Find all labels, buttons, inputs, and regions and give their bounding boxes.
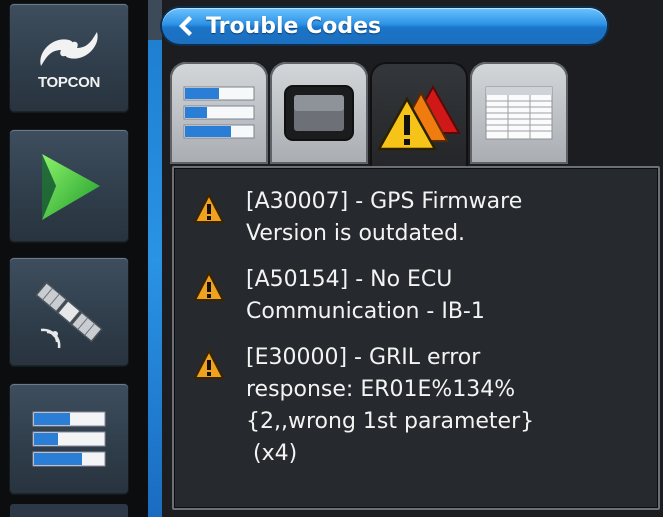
title-bar: Trouble Codes [162,8,607,44]
topcon-logo-button[interactable]: TOPCON [10,4,128,112]
back-button[interactable] [168,8,200,44]
play-triangle-icon [42,154,100,220]
list-bars-icon [32,411,106,467]
side-rail: TOPCON [0,0,150,517]
warning-icon [194,272,224,301]
tab-log[interactable] [470,62,568,164]
satellite-icon [35,281,103,349]
tab-settings[interactable] [170,62,268,164]
stacked-warning-icon [377,84,461,151]
section-divider [148,0,162,517]
topcon-logo-icon [40,31,98,66]
trouble-code-list: [A30007] - GPS Firmware Version is outda… [172,166,660,510]
warning-icon [194,350,224,379]
overview-button[interactable] [10,384,128,494]
list-item[interactable]: [A50154] - No ECU Communication - IB-1 [194,264,626,328]
rail-more-indicator[interactable] [10,504,128,517]
document-table-icon [485,86,553,140]
main-panel: Trouble Codes [A30007] - GPS Firmware Ve… [162,0,663,517]
monitor-icon [284,85,354,141]
page-title: Trouble Codes [206,13,382,39]
warning-icon [194,194,224,223]
tab-display[interactable] [270,62,368,164]
run-button[interactable] [10,130,128,242]
trouble-code-text: [A30007] - GPS Firmware Version is outda… [246,189,523,246]
chevron-left-icon [179,16,192,36]
list-item[interactable]: [E30000] - GRIL error response: ER01E%13… [194,342,626,470]
tab-warnings[interactable] [370,62,468,172]
brand-label: TOPCON [37,73,101,91]
trouble-code-text: [E30000] - GRIL error response: ER01E%13… [246,345,535,466]
trouble-code-text: [A50154] - No ECU Communication - IB-1 [246,267,485,324]
list-item[interactable]: [A30007] - GPS Firmware Version is outda… [194,186,626,250]
gps-status-button[interactable] [10,258,128,366]
list-bars-icon [183,86,255,139]
